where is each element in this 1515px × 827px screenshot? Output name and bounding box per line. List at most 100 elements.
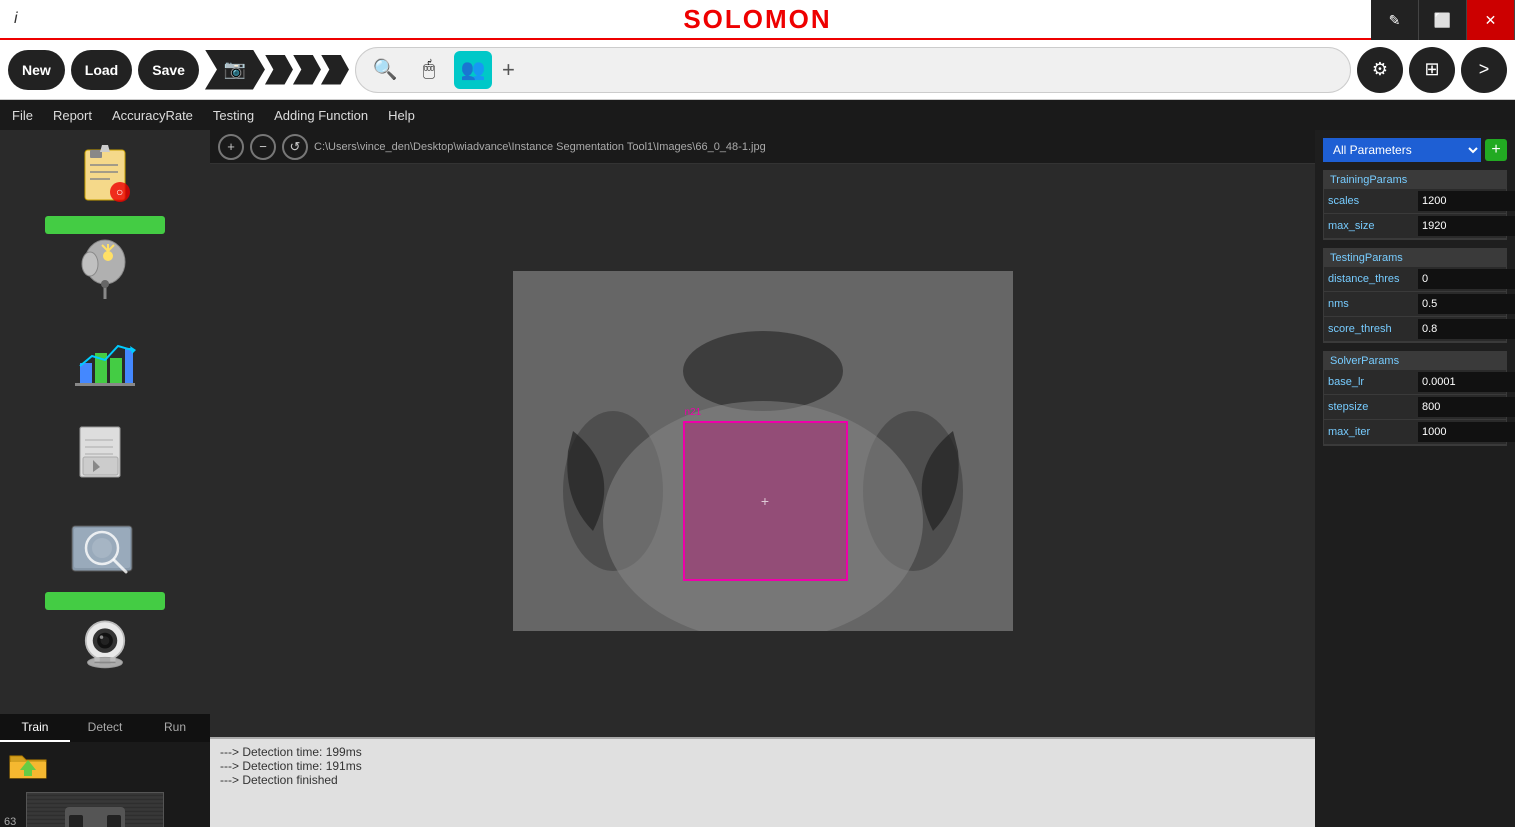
image-thumb-63[interactable] (26, 792, 164, 827)
max-iter-input[interactable] (1418, 422, 1515, 442)
minimize-button[interactable]: ✎ (1371, 0, 1419, 40)
svg-text:○: ○ (116, 185, 123, 199)
image-list[interactable]: 63 64 65 (0, 742, 210, 827)
nms-label: nms (1328, 298, 1418, 310)
menu-help[interactable]: Help (388, 108, 415, 123)
step-camera[interactable] (50, 610, 160, 704)
step-report[interactable] (50, 422, 160, 516)
score-input[interactable] (1418, 319, 1515, 339)
step-magnify[interactable] (50, 516, 160, 610)
scales-input[interactable] (1418, 191, 1515, 211)
distance-label: distance_thres (1328, 273, 1418, 285)
data-prep-icon: ○ (70, 140, 140, 210)
console-line-1: ---> Detection time: 199ms (220, 745, 1305, 759)
image-path-label: C:\Users\vince_den\Desktop\wiadvance\Ins… (314, 141, 1307, 153)
param-base-lr: base_lr ▲ ▼ (1324, 370, 1506, 395)
folder-icon[interactable] (8, 748, 48, 784)
maximize-button[interactable]: ⬜ (1419, 0, 1467, 40)
param-max-size: max_size ▲ ▼ (1324, 214, 1506, 239)
param-max-iter: max_iter ▲ ▼ (1324, 420, 1506, 445)
stepsize-input[interactable] (1418, 397, 1515, 417)
right-toolbar: ⚙ ⊞ > (1357, 47, 1507, 93)
left-panel: ○ (0, 130, 210, 827)
nms-input[interactable] (1418, 294, 1515, 314)
add-tool-button[interactable]: + (502, 57, 515, 83)
step1-progress (45, 216, 165, 234)
right-panel: All Parameters + TrainingParams scales ▲… (1315, 130, 1515, 827)
magnify-icon (70, 516, 140, 586)
search-tool-icon[interactable]: 🔍 (366, 51, 404, 89)
param-dropdown[interactable]: All Parameters (1323, 138, 1481, 162)
menu-accuracy[interactable]: AccuracyRate (112, 108, 193, 123)
console-line-2: ---> Detection time: 191ms (220, 759, 1305, 773)
training-params-section: TrainingParams scales ▲ ▼ max_size ▲ ▼ (1323, 170, 1507, 240)
step-ai-brain[interactable] (50, 234, 160, 328)
menu-testing[interactable]: Testing (213, 108, 254, 123)
tab-train[interactable]: Train (0, 714, 70, 742)
image-row-63[interactable]: 63 (0, 790, 210, 827)
detection-center-icon: + (761, 493, 769, 509)
workflow-arrows: 📷 (205, 50, 349, 90)
stepsize-label: stepsize (1328, 401, 1418, 413)
report-icon (70, 422, 140, 492)
title-bar: i SOLOMON ✎ ⬜ ✕ (0, 0, 1515, 40)
param-selector: All Parameters + (1323, 138, 1507, 162)
tab-run[interactable]: Run (140, 714, 210, 742)
step-data-prep[interactable]: ○ (50, 140, 160, 234)
main-image: n21 + (513, 271, 1013, 631)
new-button[interactable]: New (8, 50, 65, 90)
menu-bar: File Report AccuracyRate Testing Adding … (0, 100, 1515, 130)
load-button[interactable]: Load (71, 50, 132, 90)
info-icon: i (14, 10, 18, 28)
add-param-button[interactable]: + (1485, 139, 1507, 161)
toolbar: New Load Save 📷 🔍 🖱 👥 + ⚙ ⊞ > (0, 40, 1515, 100)
next-button[interactable]: > (1461, 47, 1507, 93)
menu-file[interactable]: File (12, 108, 33, 123)
zoom-out-button[interactable]: − (250, 134, 276, 160)
param-stepsize: stepsize ▲ ▼ (1324, 395, 1506, 420)
base-lr-input[interactable] (1418, 372, 1515, 392)
reset-view-button[interactable]: ↺ (282, 134, 308, 160)
zoom-in-button[interactable]: + (218, 134, 244, 160)
detection-label: n21 (685, 407, 702, 418)
param-distance: distance_thres ▲ ▼ (1324, 267, 1506, 292)
save-button[interactable]: Save (138, 50, 199, 90)
main-area: ○ (0, 130, 1515, 827)
step-analytics[interactable] (50, 328, 160, 422)
workflow-area: ○ (0, 130, 210, 714)
menu-adding[interactable]: Adding Function (274, 108, 368, 123)
training-params-title: TrainingParams (1324, 171, 1506, 189)
score-label: score_thresh (1328, 323, 1418, 335)
testing-params-title: TestingParams (1324, 249, 1506, 267)
group-tool-icon[interactable]: 👥 (454, 51, 492, 89)
small-arrow-2 (293, 55, 321, 85)
settings-button[interactable]: ⚙ (1357, 47, 1403, 93)
menu-report[interactable]: Report (53, 108, 92, 123)
tool-area: 🔍 🖱 👥 + (355, 47, 1351, 93)
param-score: score_thresh ▲ ▼ (1324, 317, 1506, 342)
max-iter-label: max_iter (1328, 426, 1418, 438)
center-area: + − ↺ C:\Users\vince_den\Desktop\wiadvan… (210, 130, 1315, 827)
solver-params-section: SolverParams base_lr ▲ ▼ stepsize ▲ ▼ ma… (1323, 351, 1507, 446)
max-size-input[interactable] (1418, 216, 1515, 236)
image-canvas-area: n21 + (210, 164, 1315, 737)
tabs-row: Train Detect Run (0, 714, 210, 742)
ai-brain-icon (70, 234, 140, 304)
small-arrow-3 (321, 55, 349, 85)
close-button[interactable]: ✕ (1467, 0, 1515, 40)
max-size-label: max_size (1328, 220, 1418, 232)
testing-params-section: TestingParams distance_thres ▲ ▼ nms ▲ ▼… (1323, 248, 1507, 343)
layout-button[interactable]: ⊞ (1409, 47, 1455, 93)
solver-params-title: SolverParams (1324, 352, 1506, 370)
detection-box: n21 + (683, 421, 848, 581)
distance-input[interactable] (1418, 269, 1515, 289)
scales-label: scales (1328, 195, 1418, 207)
big-arrow-icon: 📷 (205, 50, 265, 90)
image-num-63: 63 (4, 816, 26, 827)
tab-detect[interactable]: Detect (70, 714, 140, 742)
param-nms: nms ▲ ▼ (1324, 292, 1506, 317)
pointer-tool-icon[interactable]: 🖱 (410, 51, 448, 89)
analytics-icon (70, 328, 140, 398)
small-arrow-1 (265, 55, 293, 85)
base-lr-label: base_lr (1328, 376, 1418, 388)
